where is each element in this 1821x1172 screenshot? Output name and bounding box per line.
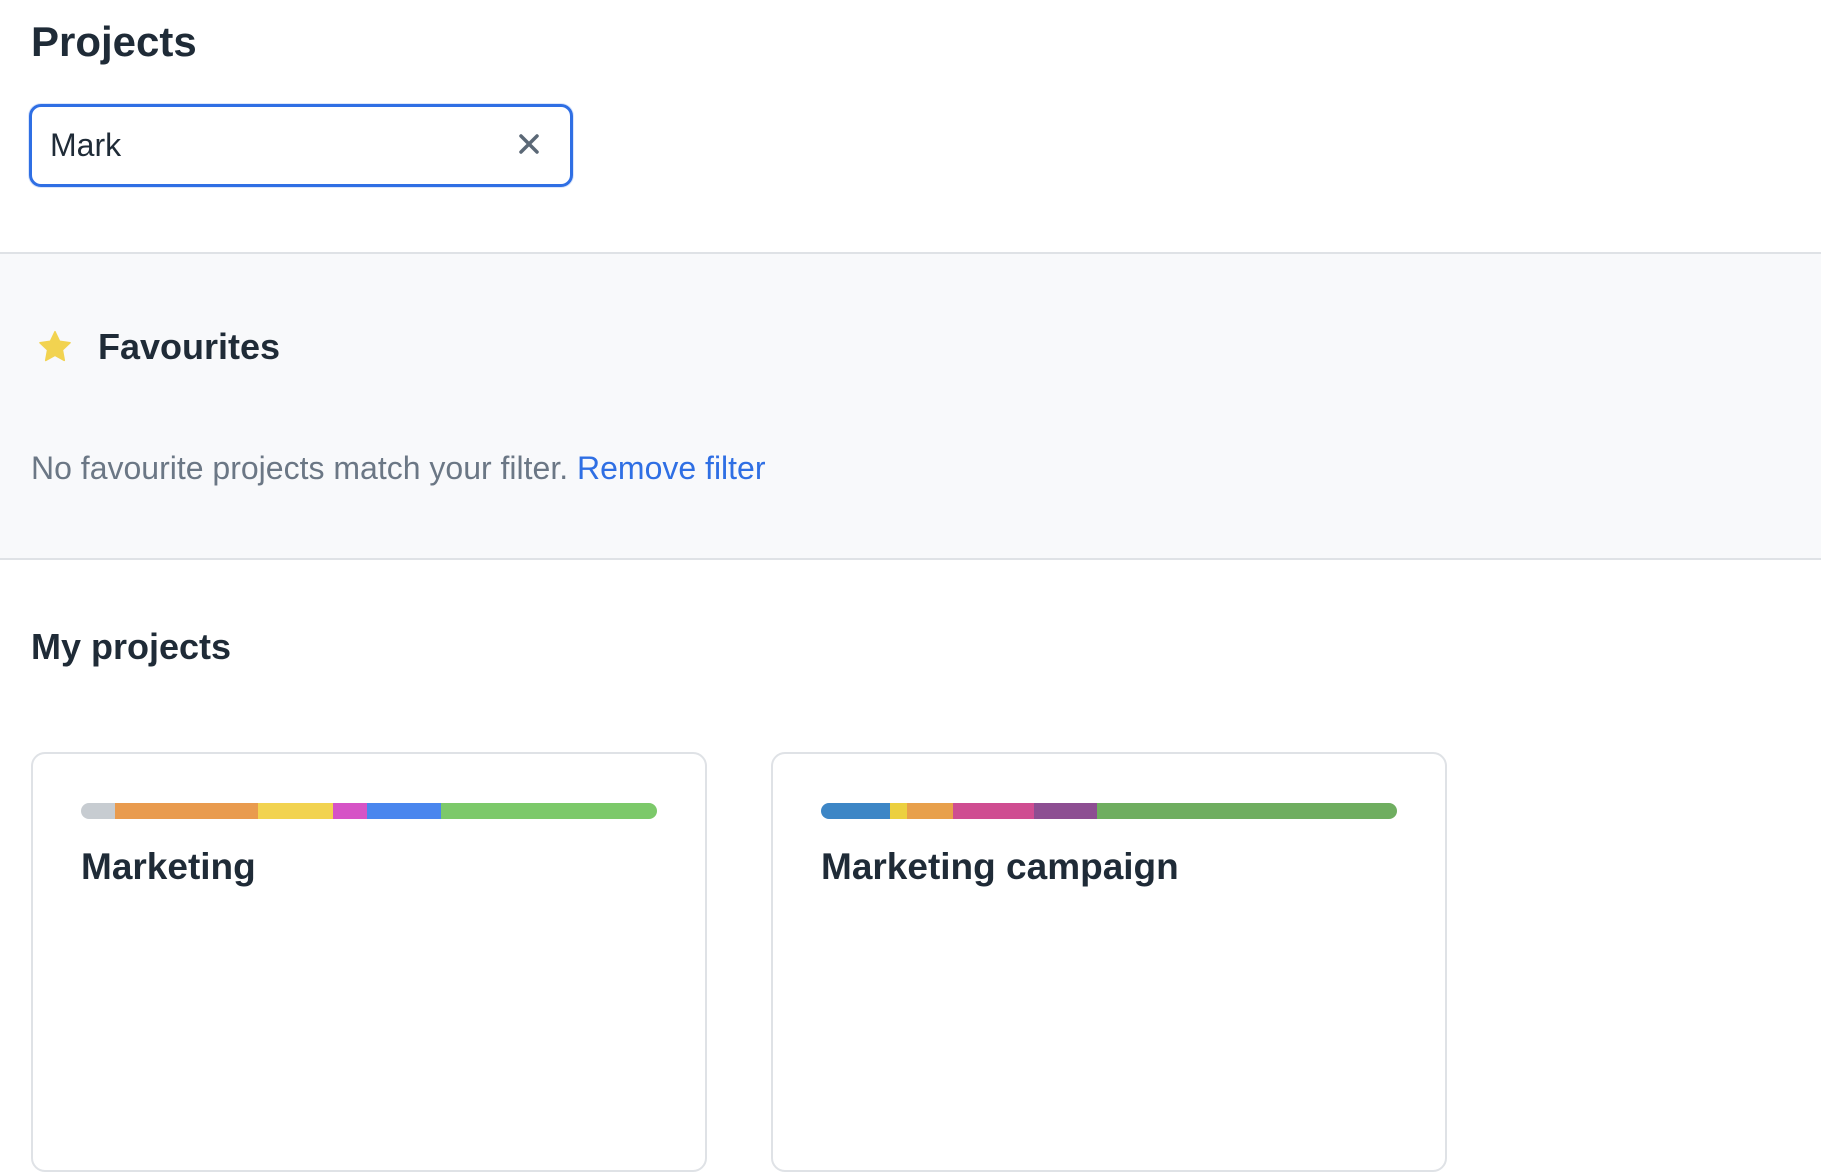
star-icon [39, 330, 71, 362]
project-card-marketing-campaign[interactable]: Marketing campaign [771, 752, 1447, 1172]
color-bar-segment [332, 803, 367, 819]
color-bar-segment [258, 803, 333, 819]
color-bar-segment [114, 803, 259, 819]
remove-filter-link[interactable]: Remove filter [577, 450, 766, 486]
color-bar-segment [440, 803, 657, 819]
page-title: Projects [31, 18, 197, 65]
project-color-bar [821, 803, 1397, 819]
empty-message-text: No favourite projects match your filter. [31, 450, 569, 486]
project-card-marketing[interactable]: Marketing [31, 752, 707, 1172]
project-card-title: Marketing [81, 846, 256, 887]
favourites-section: Favourites No favourite projects match y… [0, 254, 1821, 558]
favourites-empty-message: No favourite projects match your filter.… [31, 450, 766, 487]
color-bar-segment [952, 803, 1035, 819]
color-bar-segment [81, 803, 115, 819]
search-input[interactable] [50, 107, 490, 184]
color-bar-segment [821, 803, 890, 819]
favourites-title: Favourites [98, 326, 281, 367]
project-color-bar [81, 803, 657, 819]
divider [0, 558, 1821, 560]
color-bar-segment [366, 803, 441, 819]
search-box[interactable] [29, 104, 573, 187]
my-projects-title: My projects [31, 626, 232, 667]
page-header: Projects [0, 0, 1821, 253]
color-bar-segment [1096, 803, 1397, 819]
color-bar-segment [889, 803, 907, 819]
favourites-heading: Favourites [36, 326, 280, 368]
color-bar-segment [1034, 803, 1097, 819]
close-icon[interactable] [514, 129, 544, 159]
project-card-title: Marketing campaign [821, 846, 1179, 887]
color-bar-segment [906, 803, 953, 819]
